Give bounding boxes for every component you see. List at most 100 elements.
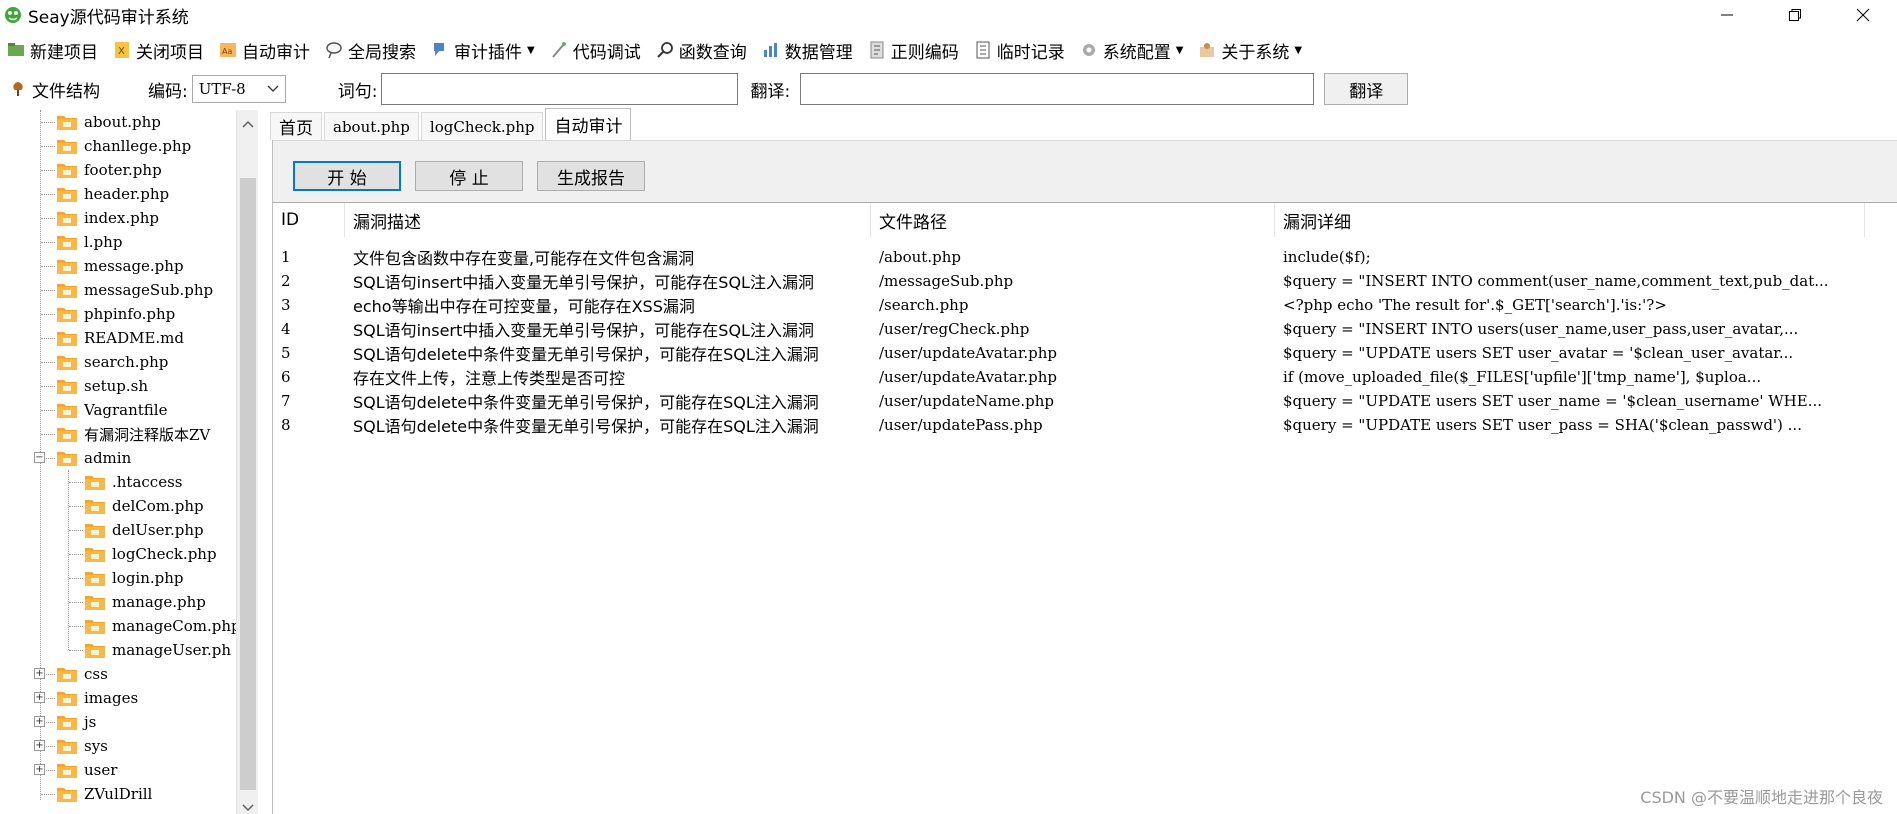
tree-item[interactable]: message.php <box>56 254 184 278</box>
translate-input[interactable] <box>800 73 1315 105</box>
toolbar-global-search-button[interactable]: 全局搜索 <box>324 36 416 64</box>
toolbar-data-manage-button[interactable]: 数据管理 <box>761 36 853 64</box>
column-header[interactable]: 文件路径 <box>871 203 1275 237</box>
expand-icon[interactable]: + <box>34 764 45 775</box>
start-button[interactable]: 开 始 <box>293 161 401 191</box>
tree-guide-line <box>41 146 55 147</box>
tab-0[interactable]: 首页 <box>270 112 322 140</box>
tree-item[interactable]: images <box>56 686 138 710</box>
tree-item-label: user <box>84 761 118 779</box>
tree-item[interactable]: header.php <box>56 182 169 206</box>
toolbar-new-project-button[interactable]: 新建项目 <box>6 36 98 64</box>
tree-item[interactable]: login.php <box>84 566 184 590</box>
caret-down-icon: ▼ <box>1294 44 1303 56</box>
tree-item[interactable]: .htaccess <box>84 470 182 494</box>
tree-item[interactable]: admin <box>56 446 131 470</box>
scroll-up-icon[interactable] <box>237 114 259 134</box>
tree-item[interactable]: manage.php <box>84 590 206 614</box>
folder-icon <box>56 257 78 275</box>
column-header[interactable]: 漏洞描述 <box>345 203 871 237</box>
title-bar: Seay源代码审计系统 <box>0 0 1897 30</box>
tree-item[interactable]: setup.sh <box>56 374 148 398</box>
word-input[interactable] <box>381 73 739 105</box>
toolbar-debug-button[interactable]: 代码调试 <box>549 36 641 64</box>
collapse-icon[interactable]: − <box>34 452 45 463</box>
scroll-down-icon[interactable] <box>237 798 259 814</box>
minimize-button[interactable] <box>1693 0 1761 30</box>
table-row[interactable]: 4 SQL语句insert中插入变量无单引号保护，可能存在SQL注入漏洞/user… <box>273 317 1865 341</box>
tab-2[interactable]: logCheck.php <box>420 112 544 140</box>
tree-item[interactable]: js <box>56 710 96 734</box>
tree-item-label: manage.php <box>112 593 206 611</box>
toolbar-plugin-button[interactable]: 审计插件 ▼ <box>430 36 535 64</box>
table-row[interactable]: 2 SQL语句insert中插入变量无单引号保护，可能存在SQL注入漏洞/mess… <box>273 269 1865 293</box>
tree-item[interactable]: l.php <box>56 230 122 254</box>
tree-item[interactable]: phpinfo.php <box>56 302 175 326</box>
table-cell: include($f); <box>1283 248 1371 266</box>
tree-item[interactable]: Vagrantfile <box>56 398 167 422</box>
tree-item-label: header.php <box>84 185 170 203</box>
folder-icon <box>56 665 78 683</box>
tab-3[interactable]: 自动审计 <box>545 108 632 140</box>
toolbar-item-label: 代码调试 <box>572 42 641 63</box>
table-row[interactable]: 7 SQL语句delete中条件变量无单引号保护，可能存在SQL注入漏洞/user… <box>273 389 1865 413</box>
table-cell: $query = "UPDATE users SET user_avatar =… <box>1283 344 1794 362</box>
results-table[interactable]: ID 漏洞描述 文件路径 漏洞详细 1 文件包含函数中存在变量,可能存在文件包含漏洞/ab… <box>273 202 1897 814</box>
tree-item-label: 有漏洞注释版本ZV <box>84 425 211 444</box>
tree-guide-line <box>41 434 55 435</box>
tree-item-label: manageCom.php <box>112 617 241 635</box>
chevron-down-icon <box>267 83 279 96</box>
toolbar-gear-button[interactable]: 系统配置 ▼ <box>1079 36 1183 64</box>
tree-item[interactable]: chanllege.php <box>56 134 191 158</box>
tree-item[interactable]: README.md <box>56 326 184 350</box>
stop-button[interactable]: 停 止 <box>415 161 523 191</box>
translate-label: 翻译: <box>750 81 791 102</box>
tree-item[interactable]: manageUser.ph <box>84 638 231 662</box>
tree-item[interactable]: manageCom.php <box>84 614 241 638</box>
column-header[interactable]: 漏洞详细 <box>1275 203 1865 237</box>
expand-icon[interactable]: + <box>34 692 45 703</box>
tree-guide-line <box>41 794 55 795</box>
expand-icon[interactable]: + <box>34 716 45 727</box>
expand-icon[interactable]: + <box>34 668 45 679</box>
tree-item[interactable]: 有漏洞注释版本ZV <box>56 422 210 446</box>
encoding-select[interactable]: UTF-8 <box>191 75 286 103</box>
table-row[interactable]: 1 文件包含函数中存在变量,可能存在文件包含漏洞/about.php include… <box>273 245 1865 269</box>
toolbar-about-button[interactable]: 关于系统 ▼ <box>1197 36 1302 64</box>
tree-item[interactable]: logCheck.php <box>84 542 217 566</box>
column-header[interactable]: ID <box>273 203 345 237</box>
table-cell: /user/updateName.php <box>879 392 1055 410</box>
svg-text:Aa: Aa <box>222 47 232 56</box>
tab-1[interactable]: about.php <box>324 112 419 140</box>
tree-item[interactable]: search.php <box>56 350 168 374</box>
generate-report-button[interactable]: 生成报告 <box>537 161 645 191</box>
restore-button[interactable] <box>1761 0 1829 30</box>
table-row[interactable]: 8 SQL语句delete中条件变量无单引号保护，可能存在SQL注入漏洞/user… <box>273 413 1865 437</box>
toolbar-note-button[interactable]: 临时记录 <box>973 36 1065 64</box>
tree-item[interactable]: footer.php <box>56 158 162 182</box>
tree-scrollbar[interactable] <box>236 110 258 814</box>
tree-item[interactable]: delUser.php <box>84 518 204 542</box>
toolbar-regex-button[interactable]: 正则编码 <box>867 36 959 64</box>
translate-button[interactable]: 翻译 <box>1324 73 1409 105</box>
table-row[interactable]: 3 echo等输出中存在可控变量，可能存在XSS漏洞/search.php <?ph… <box>273 293 1865 317</box>
folder-icon <box>56 785 78 803</box>
tree-guide-line <box>69 530 83 531</box>
tree-item[interactable]: index.php <box>56 206 159 230</box>
toolbar-close-project-button[interactable]: X 关闭项目 <box>112 36 204 64</box>
close-button[interactable] <box>1829 0 1897 30</box>
tree-item[interactable]: messageSub.php <box>56 278 213 302</box>
scroll-thumb[interactable] <box>240 178 256 790</box>
table-row[interactable]: 6 存在文件上传，注意上传类型是否可控/user/updateAvatar.php… <box>273 365 1865 389</box>
toolbar-auto-audit-button[interactable]: Aa 自动审计 <box>218 36 310 64</box>
tree-item[interactable]: sys <box>56 734 108 758</box>
folder-icon <box>56 281 78 299</box>
expand-icon[interactable]: + <box>34 740 45 751</box>
tree-item[interactable]: css <box>56 662 108 686</box>
toolbar-function-search-button[interactable]: 函数查询 <box>655 36 747 64</box>
tree-item[interactable]: user <box>56 758 117 782</box>
tree-item[interactable]: ZVulDrill <box>56 782 152 806</box>
tree-item[interactable]: about.php <box>56 110 161 134</box>
tree-item[interactable]: delCom.php <box>84 494 204 518</box>
table-row[interactable]: 5 SQL语句delete中条件变量无单引号保护，可能存在SQL注入漏洞/user… <box>273 341 1865 365</box>
